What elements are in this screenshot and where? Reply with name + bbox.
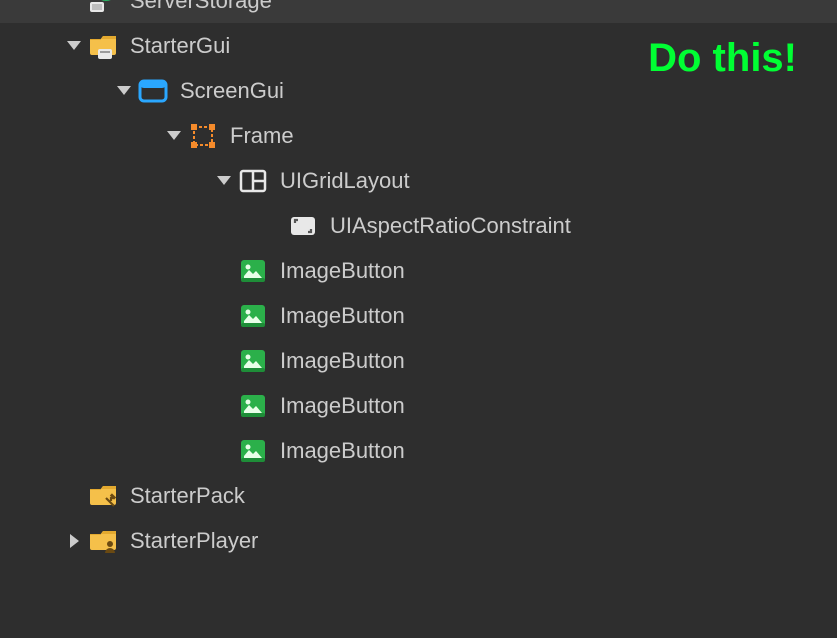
folder-gui-icon bbox=[88, 31, 118, 61]
uigridlayout-icon bbox=[238, 166, 268, 196]
tree-item-starterpack[interactable]: StarterPack bbox=[0, 473, 837, 518]
expand-arrow[interactable] bbox=[60, 41, 88, 50]
expand-arrow[interactable] bbox=[110, 86, 138, 95]
tree-item-imagebutton[interactable]: ImageButton bbox=[0, 248, 837, 293]
tree-item-label: ServerStorage bbox=[130, 0, 272, 14]
expand-arrow[interactable] bbox=[60, 534, 88, 548]
tree-item-label: ImageButton bbox=[280, 438, 405, 464]
imagebutton-icon bbox=[238, 301, 268, 331]
imagebutton-icon bbox=[238, 346, 268, 376]
tree-item-imagebutton[interactable]: ImageButton bbox=[0, 293, 837, 338]
expand-arrow[interactable] bbox=[210, 176, 238, 185]
imagebutton-icon bbox=[238, 436, 268, 466]
tree-item-screengui[interactable]: ScreenGui bbox=[0, 68, 837, 113]
tree-item-label: StarterPack bbox=[130, 483, 245, 509]
tree-item-label: UIAspectRatioConstraint bbox=[330, 213, 571, 239]
tree-item-serverstorage[interactable]: ServerStorage bbox=[0, 0, 837, 23]
tree-item-label: Frame bbox=[230, 123, 294, 149]
explorer-tree: ServerStorage StarterGui ScreenGui bbox=[0, 0, 837, 563]
tree-item-label: ScreenGui bbox=[180, 78, 284, 104]
serverstorage-icon bbox=[88, 0, 118, 16]
tree-item-frame[interactable]: Frame bbox=[0, 113, 837, 158]
screengui-icon bbox=[138, 76, 168, 106]
tree-item-imagebutton[interactable]: ImageButton bbox=[0, 338, 837, 383]
frame-icon bbox=[188, 121, 218, 151]
tree-item-label: ImageButton bbox=[280, 393, 405, 419]
tree-item-label: StarterGui bbox=[130, 33, 230, 59]
tree-item-startergui[interactable]: StarterGui bbox=[0, 23, 837, 68]
tree-item-starterplayer[interactable]: StarterPlayer bbox=[0, 518, 837, 563]
tree-item-uigridlayout[interactable]: UIGridLayout bbox=[0, 158, 837, 203]
tree-item-label: ImageButton bbox=[280, 348, 405, 374]
tree-item-label: ImageButton bbox=[280, 303, 405, 329]
imagebutton-icon bbox=[238, 256, 268, 286]
tree-item-label: ImageButton bbox=[280, 258, 405, 284]
tree-item-label: StarterPlayer bbox=[130, 528, 258, 554]
expand-arrow[interactable] bbox=[160, 131, 188, 140]
starterpack-icon bbox=[88, 481, 118, 511]
tree-item-imagebutton[interactable]: ImageButton bbox=[0, 428, 837, 473]
tree-item-imagebutton[interactable]: ImageButton bbox=[0, 383, 837, 428]
imagebutton-icon bbox=[238, 391, 268, 421]
starterplayer-icon bbox=[88, 526, 118, 556]
tree-item-uiaspectratioconstraint[interactable]: UIAspectRatioConstraint bbox=[0, 203, 837, 248]
uiaspectratio-icon bbox=[288, 211, 318, 241]
tree-item-label: UIGridLayout bbox=[280, 168, 410, 194]
